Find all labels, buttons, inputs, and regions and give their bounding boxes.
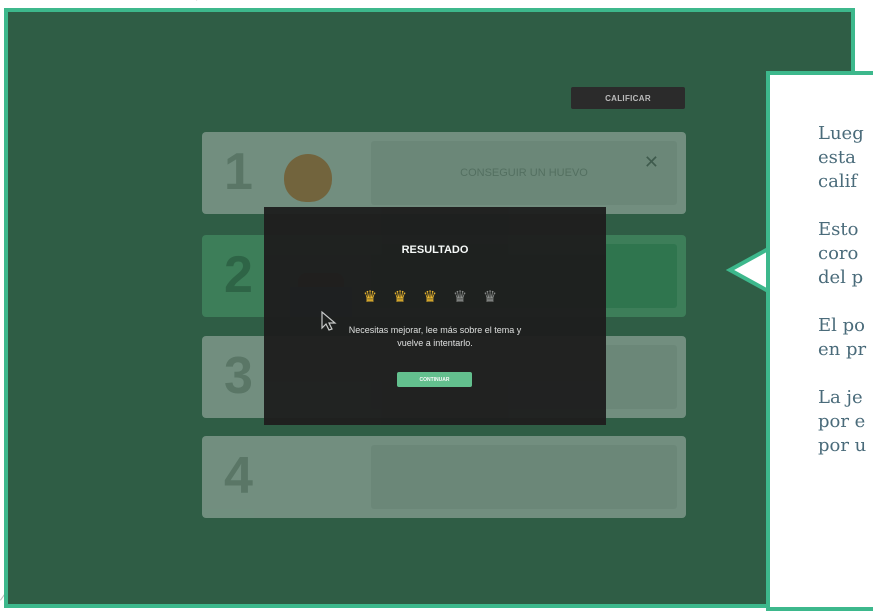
- continue-button[interactable]: CONTINUAR: [397, 372, 472, 387]
- step-label: CONSEGUIR UN HUEVO: [460, 167, 588, 179]
- crown-rating: ♛ ♛ ♛ ♛ ♛: [359, 289, 501, 307]
- step-number: 3: [224, 347, 253, 405]
- cursor-arrow-icon: [321, 310, 337, 331]
- modal-title: RESULTADO: [401, 244, 469, 256]
- step-drop-slot[interactable]: [371, 445, 677, 509]
- result-modal: RESULTADO ♛ ♛ ♛ ♛ ♛ Necesitas mejorar, l…: [264, 207, 606, 425]
- decorative-line: [196, 0, 220, 1]
- step-drop-slot[interactable]: CONSEGUIR UN HUEVO ✕: [371, 141, 677, 205]
- crown-icon: ♛: [422, 289, 438, 306]
- step-number: 1: [224, 143, 253, 201]
- step-row-1: 1 CONSEGUIR UN HUEVO ✕: [202, 132, 686, 214]
- step-row-4: 4: [202, 436, 686, 518]
- crown-icon: ♛: [452, 289, 468, 306]
- result-message: Necesitas mejorar, lee más sobre el tema…: [348, 325, 522, 348]
- step-number: 4: [224, 447, 253, 505]
- crown-icon: ♛: [392, 289, 408, 306]
- egg-icon: [284, 154, 332, 202]
- activity-frame: CALIFICAR 1 CONSEGUIR UN HUEVO ✕ 2 3 4 R…: [4, 8, 855, 608]
- crown-icon: ♛: [482, 289, 498, 306]
- callout-text: Lueg esta calif Esto coro del p El po en…: [818, 123, 867, 456]
- crown-icon: ♛: [362, 289, 378, 306]
- grade-button[interactable]: CALIFICAR: [571, 87, 685, 109]
- step-number: 2: [224, 246, 253, 304]
- close-icon[interactable]: ✕: [644, 153, 659, 171]
- callout-pointer: [726, 248, 770, 292]
